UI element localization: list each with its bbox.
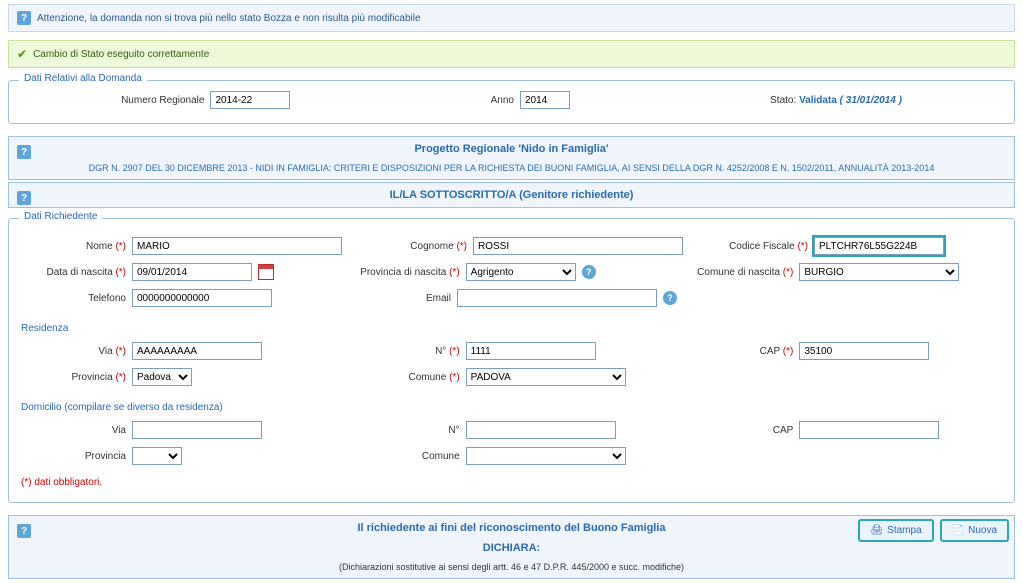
select-dom-comune[interactable] <box>466 447 626 465</box>
help-icon-prov-nascita[interactable]: ? <box>582 265 596 279</box>
legend-domicilio: Domicilio (compilare se diverso da resid… <box>21 402 1002 413</box>
label-dom-comune: Comune <box>355 451 460 462</box>
label-dom-prov: Provincia <box>21 451 126 462</box>
legend-residenza: Residenza <box>21 323 1002 334</box>
alert-info: ? Attenzione, la domanda non si trova pi… <box>8 4 1015 32</box>
select-prov-nascita[interactable]: Agrigento <box>466 263 576 281</box>
title-progetto: Progetto Regionale 'Nido in Famiglia' <box>414 143 608 155</box>
label-cf: Codice Fiscale <box>729 241 795 252</box>
label-anno: Anno <box>491 95 514 106</box>
select-comune-nascita[interactable]: BURGIO <box>799 263 959 281</box>
select-res-comune[interactable]: PADOVA <box>466 368 626 386</box>
input-data-nascita[interactable] <box>132 263 252 281</box>
help-icon-sottoscritto[interactable]: ? <box>17 191 31 205</box>
title-dichiara: Il richiedente ai fini del riconosciment… <box>357 522 665 534</box>
label-res-comune: Comune <box>409 372 447 383</box>
label-res-via: Via <box>98 346 112 357</box>
legend-domanda: Dati Relativi alla Domanda <box>19 73 147 84</box>
fieldset-domanda: Dati Relativi alla Domanda Numero Region… <box>8 80 1015 124</box>
value-stato: Validata <box>799 95 837 106</box>
input-cognome[interactable] <box>473 237 683 255</box>
note-dichiara: (Dichiarazioni sostitutive ai sensi degl… <box>339 562 684 572</box>
fieldset-richiedente: Dati Richiedente Nome (*) Cognome (*) Co… <box>8 218 1015 503</box>
label-data-nascita: Data di nascita <box>47 267 113 278</box>
help-icon-dichiara[interactable]: ? <box>17 524 31 538</box>
label-dom-cap: CAP <box>688 425 793 436</box>
input-anno[interactable] <box>520 91 570 109</box>
label-telefono: Telefono <box>21 293 126 304</box>
label-comune-nascita: Comune di nascita <box>697 267 780 278</box>
input-res-n[interactable] <box>466 342 596 360</box>
input-dom-n[interactable] <box>466 421 616 439</box>
stampa-button[interactable]: 🖨 Stampa <box>858 519 933 542</box>
print-icon: 🖨 <box>870 525 883 536</box>
section-sottoscritto: ? IL/LA SOTTOSCRITTO/A (Genitore richied… <box>8 182 1015 208</box>
label-dom-via: Via <box>21 425 126 436</box>
input-res-cap[interactable] <box>799 342 929 360</box>
legend-richiedente: Dati Richiedente <box>19 211 102 222</box>
input-telefono[interactable] <box>132 289 272 307</box>
input-dom-cap[interactable] <box>799 421 939 439</box>
alert-success: ✔ Cambio di Stato eseguito correttamente <box>8 40 1015 68</box>
label-dom-n: N° <box>355 425 460 436</box>
alert-info-text: Attenzione, la domanda non si trova più … <box>37 13 421 24</box>
input-codice-fiscale[interactable] <box>814 237 944 255</box>
alert-success-text: Cambio di Stato eseguito correttamente <box>33 49 209 60</box>
label-stato: Stato: <box>770 95 796 106</box>
action-buttons: 🖨 Stampa 📄 Nuova <box>858 519 1009 542</box>
nuova-button[interactable]: 📄 Nuova <box>940 519 1009 542</box>
label-cognome: Cognome <box>410 241 453 252</box>
select-res-provincia[interactable]: Padova <box>132 368 192 386</box>
sub-dichiara: DICHIARA: <box>483 542 540 554</box>
input-num-regionale[interactable] <box>210 91 290 109</box>
info-icon: ? <box>17 11 31 25</box>
check-icon: ✔ <box>17 47 27 61</box>
input-email[interactable] <box>457 289 657 307</box>
input-dom-via[interactable] <box>132 421 262 439</box>
section-progetto: ? Progetto Regionale 'Nido in Famiglia' … <box>8 136 1015 180</box>
help-icon-progetto[interactable]: ? <box>17 145 31 159</box>
select-dom-provincia[interactable] <box>132 447 182 465</box>
label-res-cap: CAP <box>760 346 780 357</box>
label-num-regionale: Numero Regionale <box>121 95 204 106</box>
label-nome: Nome <box>86 241 113 252</box>
label-prov-nascita: Provincia di nascita <box>360 267 446 278</box>
title-sottoscritto: IL/LA SOTTOSCRITTO/A (Genitore richieden… <box>390 189 634 201</box>
new-icon: 📄 <box>952 525 964 536</box>
calendar-icon[interactable] <box>258 264 274 280</box>
sub-progetto: DGR N. 2907 DEL 30 DICEMBRE 2013 - NIDI … <box>89 163 935 173</box>
help-icon-email[interactable]: ? <box>663 291 677 305</box>
mandatory-note: (*) dati obbligatori. <box>21 477 1002 488</box>
label-res-prov: Provincia <box>72 372 113 383</box>
label-email: Email <box>346 293 451 304</box>
label-res-n: N° <box>435 346 446 357</box>
value-stato-date: ( 31/01/2014 ) <box>840 95 902 106</box>
input-nome[interactable] <box>132 237 342 255</box>
input-res-via[interactable] <box>132 342 262 360</box>
